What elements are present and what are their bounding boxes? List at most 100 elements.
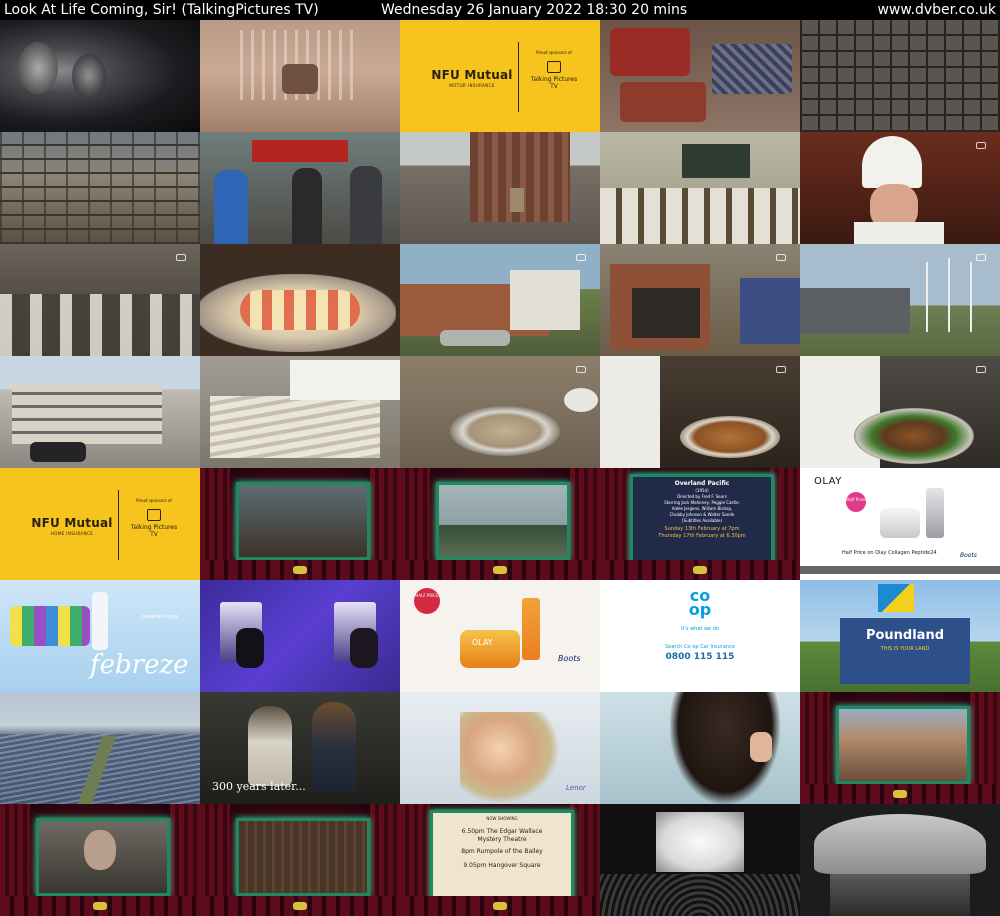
frame-thumbnail[interactable] — [600, 244, 800, 356]
tv-icon — [147, 509, 161, 521]
frame-thumbnail[interactable] — [200, 132, 400, 244]
film-cast: Adele Jergens, William Bishop, — [671, 506, 733, 511]
channel-watermark-icon — [776, 366, 786, 373]
divider — [118, 490, 119, 560]
cinema-frame[interactable] — [200, 468, 400, 580]
olay-collagen-ad[interactable]: OLAY Half Price Half Price on Olay Colla… — [800, 468, 1000, 580]
film-showing: Sunday 13th February at 7pm — [664, 526, 740, 532]
film-cast: Starring Jock Mahoney, Peggie Castle, — [664, 500, 740, 505]
coop-logo: op — [688, 600, 712, 619]
cinema-frame[interactable] — [800, 692, 1000, 804]
site-link[interactable]: www.dvber.co.uk — [877, 0, 996, 20]
channel-watermark-icon — [576, 254, 586, 261]
olay-logo: OLAY — [472, 638, 493, 647]
frame-thumbnail[interactable] — [800, 356, 1000, 468]
channel-watermark-icon — [976, 254, 986, 261]
frame-thumbnail[interactable] — [600, 132, 800, 244]
poundland-logo: Poundland — [865, 628, 945, 643]
febreze-logo: febreze — [90, 650, 189, 680]
channel-watermark-icon — [176, 254, 186, 261]
frame-thumbnail[interactable] — [800, 804, 1000, 916]
channel-name: Talking Pictures — [530, 76, 578, 83]
ad-brand-line: HOME INSURANCE — [50, 531, 94, 536]
film-year: (1954) — [695, 488, 709, 493]
cinema-screen — [236, 482, 370, 560]
store-logo: Boots — [558, 654, 581, 663]
frame-thumbnail[interactable] — [800, 20, 1000, 132]
olay-logo: OLAY — [814, 476, 842, 487]
cinema-film-card[interactable]: Overland Pacific (1954) Directed by Fred… — [600, 468, 800, 580]
cinema-screen — [836, 706, 970, 784]
cinema-frame[interactable] — [200, 804, 400, 916]
poundland-slogan: THIS IS YOUR LAND — [880, 646, 930, 652]
half-price-badge — [846, 492, 866, 512]
film-title: Overland Pacific — [674, 480, 730, 487]
cinema-frame[interactable] — [0, 804, 200, 916]
frame-thumbnail[interactable]: Lenor — [400, 692, 600, 804]
film-cast: Chubby Johnson & Walter Sande — [669, 512, 735, 517]
frame-thumbnail[interactable] — [0, 20, 200, 132]
sponsor-note: Proud sponsors of — [136, 498, 172, 503]
tv-icon — [547, 61, 561, 73]
badge-text: Half Price — [846, 497, 866, 502]
frame-thumbnail[interactable] — [600, 356, 800, 468]
frame-thumbnail[interactable] — [200, 244, 400, 356]
header-bar: Look At Life Coming, Sir! (TalkingPictur… — [0, 0, 1000, 20]
cinema-screen — [236, 818, 370, 896]
cinema-screen — [436, 482, 570, 560]
coop-phone[interactable]: 0800 115 115 — [650, 652, 750, 662]
coop-line: Search Co-op Car Insurance — [665, 644, 735, 650]
film-director: Directed by Fred F. Sears — [677, 494, 727, 499]
channel-tv: TV — [550, 83, 558, 90]
febreze-ad[interactable]: breathe happy febreze — [0, 580, 200, 692]
poundland-ad[interactable]: Poundland THIS IS YOUR LAND — [800, 580, 1000, 692]
frame-thumbnail[interactable] — [600, 804, 800, 916]
channel-watermark-icon — [976, 366, 986, 373]
channel-watermark-icon — [776, 254, 786, 261]
store-logo: Boots — [960, 552, 977, 559]
programme-title: Look At Life Coming, Sir! (TalkingPictur… — [4, 2, 319, 18]
frame-thumbnail[interactable] — [0, 692, 200, 804]
frame-thumbnail[interactable] — [800, 244, 1000, 356]
olay-headline: Half Price on Olay Collagen Peptide24 — [842, 550, 937, 556]
nfu-motor-ad[interactable]: NFU Mutual MOTOR INSURANCE Proud sponsor… — [400, 20, 600, 132]
frame-thumbnail[interactable]: 300 years later... — [200, 692, 400, 804]
nfu-home-ad[interactable]: NFU Mutual HOME INSURANCE Proud sponsors… — [0, 468, 200, 580]
schedule-item: 6.50pm The Edgar Wallace — [461, 828, 543, 835]
channel-watermark-icon — [576, 366, 586, 373]
frame-thumbnail[interactable] — [0, 356, 200, 468]
frame-thumbnail[interactable] — [600, 692, 800, 804]
ad-brand-line: MOTOR INSURANCE — [449, 83, 495, 88]
frame-thumbnail[interactable] — [600, 20, 800, 132]
schedule-item: Mystery Theatre — [477, 836, 527, 843]
frame-thumbnail[interactable] — [400, 356, 600, 468]
frame-thumbnail[interactable] — [800, 132, 1000, 244]
half-price-badge — [414, 588, 440, 614]
frame-thumbnail[interactable] — [0, 244, 200, 356]
broadcast-time: Wednesday 26 January 2022 18:30 20 mins — [381, 2, 688, 18]
olay-boots-ad[interactable]: HALF PRICE OLAY Boots — [400, 580, 600, 692]
schedule-item: 8pm Rumpole of the Bailey — [461, 848, 543, 855]
channel-name: Talking Pictures — [130, 524, 178, 531]
film-showing: Thursday 17th February at 6.30pm — [658, 533, 746, 539]
now-showing-heading: NOW SHOWING — [486, 816, 518, 821]
frame-thumbnail[interactable] — [0, 132, 200, 244]
sponsor-note: Proud sponsors of — [536, 50, 572, 55]
always-discreet-ad[interactable] — [200, 580, 400, 692]
scene-caption: 300 years later... — [212, 780, 306, 793]
divider — [518, 42, 519, 112]
frame-thumbnail[interactable] — [200, 20, 400, 132]
frame-thumbnail[interactable] — [200, 356, 400, 468]
coop-tagline: It's what we do — [681, 626, 719, 632]
coop-insurance-ad[interactable]: co op It's what we do Search Co-op Car I… — [600, 580, 800, 692]
frame-thumbnail[interactable] — [400, 132, 600, 244]
cinema-now-showing[interactable]: NOW SHOWING 6.50pm The Edgar Wallace Mys… — [400, 804, 600, 916]
ad-brand-name: NFU Mutual — [31, 516, 113, 530]
channel-tv: TV — [150, 531, 158, 538]
film-subtitles: (Subtitles Available) — [681, 518, 722, 523]
thumbnail-grid: NFU Mutual MOTOR INSURANCE Proud sponsor… — [0, 20, 1000, 916]
cinema-screen — [430, 810, 574, 900]
cinema-frame[interactable] — [400, 468, 600, 580]
lenor-logo: Lenor — [566, 784, 586, 792]
frame-thumbnail[interactable] — [400, 244, 600, 356]
